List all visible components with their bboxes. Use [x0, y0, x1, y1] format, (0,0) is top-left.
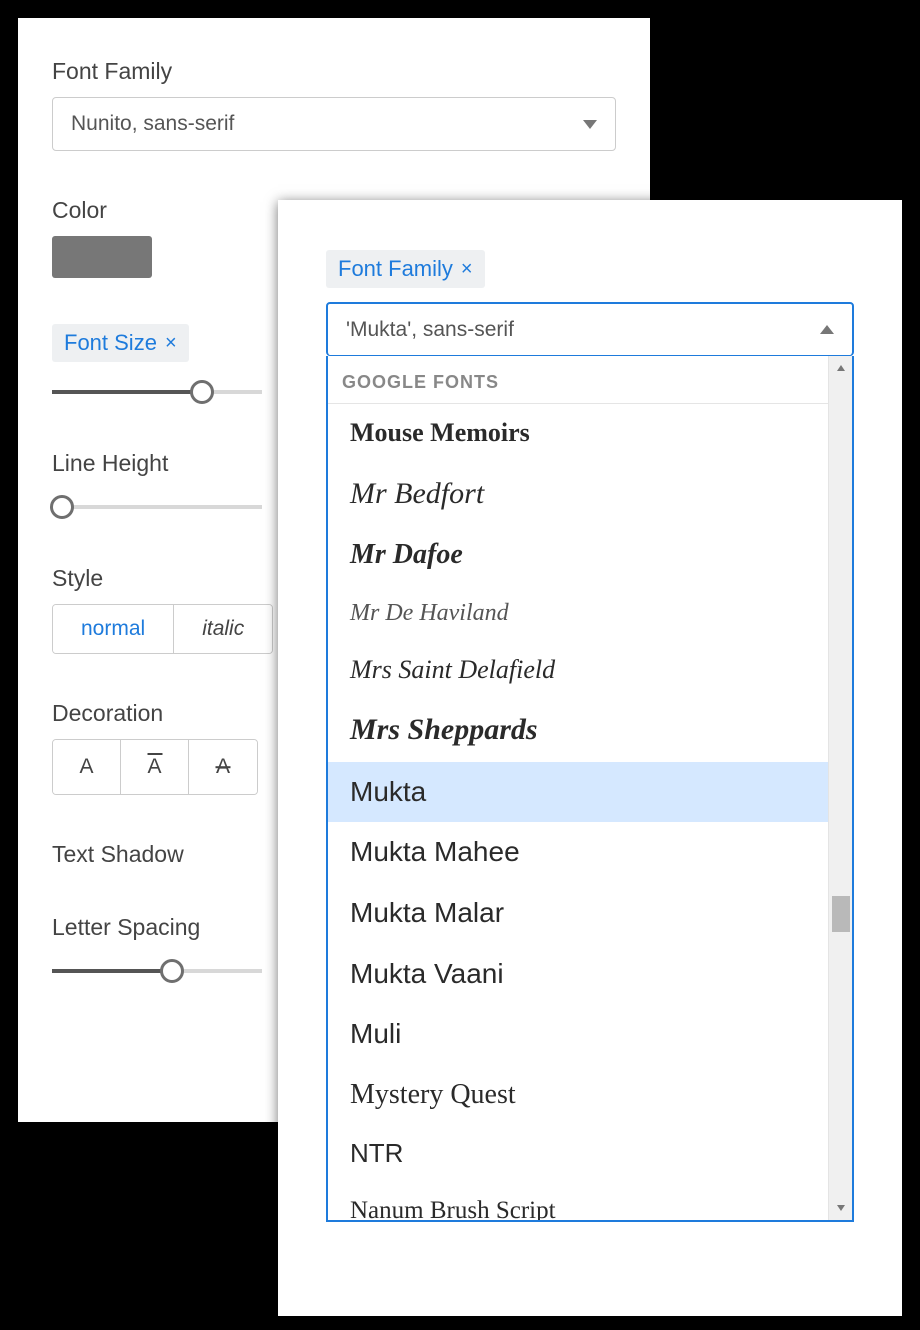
scroll-down-button[interactable]: [829, 1196, 852, 1220]
font-option[interactable]: NTR: [328, 1125, 828, 1183]
scrollbar[interactable]: [828, 356, 852, 1220]
strikethrough-icon: [216, 766, 231, 768]
close-icon[interactable]: ×: [165, 333, 177, 353]
font-option[interactable]: Mr Bedfort: [328, 462, 828, 526]
font-dropdown-list: GOOGLE FONTS Mouse MemoirsMr BedfortMr D…: [326, 356, 854, 1222]
font-family-select-value: 'Mukta', sans-serif: [346, 318, 514, 342]
font-family-chip[interactable]: Font Family ×: [326, 250, 485, 288]
style-normal-button[interactable]: normal: [53, 605, 174, 653]
font-option[interactable]: Mrs Sheppards: [328, 698, 828, 762]
font-option[interactable]: Mouse Memoirs: [328, 404, 828, 462]
slider-thumb[interactable]: [50, 495, 74, 519]
font-family-select-open[interactable]: 'Mukta', sans-serif: [326, 302, 854, 356]
overline-icon: [147, 753, 162, 755]
font-option[interactable]: Mukta Mahee: [328, 822, 828, 883]
font-option[interactable]: Nanum Brush Script: [328, 1183, 828, 1220]
decoration-overline-button[interactable]: A: [121, 740, 189, 794]
font-option[interactable]: Muli: [328, 1004, 828, 1065]
slider-thumb[interactable]: [190, 380, 214, 404]
scroll-up-button[interactable]: [829, 356, 852, 380]
font-family-field: Font Family Nunito, sans-serif: [52, 58, 616, 151]
font-family-picker-panel: Font Family × 'Mukta', sans-serif GOOGLE…: [278, 200, 902, 1316]
style-italic-button[interactable]: italic: [174, 605, 272, 653]
font-size-chip[interactable]: Font Size ×: [52, 324, 189, 362]
close-icon[interactable]: ×: [461, 259, 473, 279]
font-option[interactable]: Mukta: [328, 762, 828, 823]
font-list-viewport: GOOGLE FONTS Mouse MemoirsMr BedfortMr D…: [328, 356, 828, 1220]
deco-glyph: A: [147, 755, 161, 779]
font-family-select[interactable]: Nunito, sans-serif: [52, 97, 616, 151]
font-size-slider[interactable]: [52, 380, 262, 404]
slider-thumb[interactable]: [160, 959, 184, 983]
font-family-label: Font Family: [52, 58, 616, 85]
line-height-slider[interactable]: [52, 495, 262, 519]
decoration-button-group: A A A: [52, 739, 258, 795]
font-group-header: GOOGLE FONTS: [328, 356, 828, 404]
font-option[interactable]: Mukta Malar: [328, 883, 828, 944]
chevron-down-icon: [836, 1203, 846, 1213]
chevron-up-icon: [836, 363, 846, 373]
font-family-select-value: Nunito, sans-serif: [71, 112, 234, 136]
decoration-strike-button[interactable]: A: [189, 740, 257, 794]
font-option[interactable]: Mystery Quest: [328, 1065, 828, 1126]
font-option[interactable]: Mukta Vaani: [328, 944, 828, 1005]
font-size-chip-label: Font Size: [64, 330, 157, 356]
chevron-up-icon: [820, 325, 834, 334]
letter-spacing-slider[interactable]: [52, 959, 262, 983]
font-option[interactable]: Mr De Haviland: [328, 586, 828, 641]
style-button-group: normal italic: [52, 604, 273, 654]
chevron-down-icon: [583, 120, 597, 129]
decoration-none-button[interactable]: A: [53, 740, 121, 794]
color-swatch[interactable]: [52, 236, 152, 278]
font-option[interactable]: Mrs Saint Delafield: [328, 641, 828, 699]
deco-glyph: A: [79, 755, 93, 779]
font-family-chip-label: Font Family: [338, 256, 453, 282]
scrollbar-thumb[interactable]: [832, 896, 850, 932]
font-option[interactable]: Mr Dafoe: [328, 525, 828, 586]
